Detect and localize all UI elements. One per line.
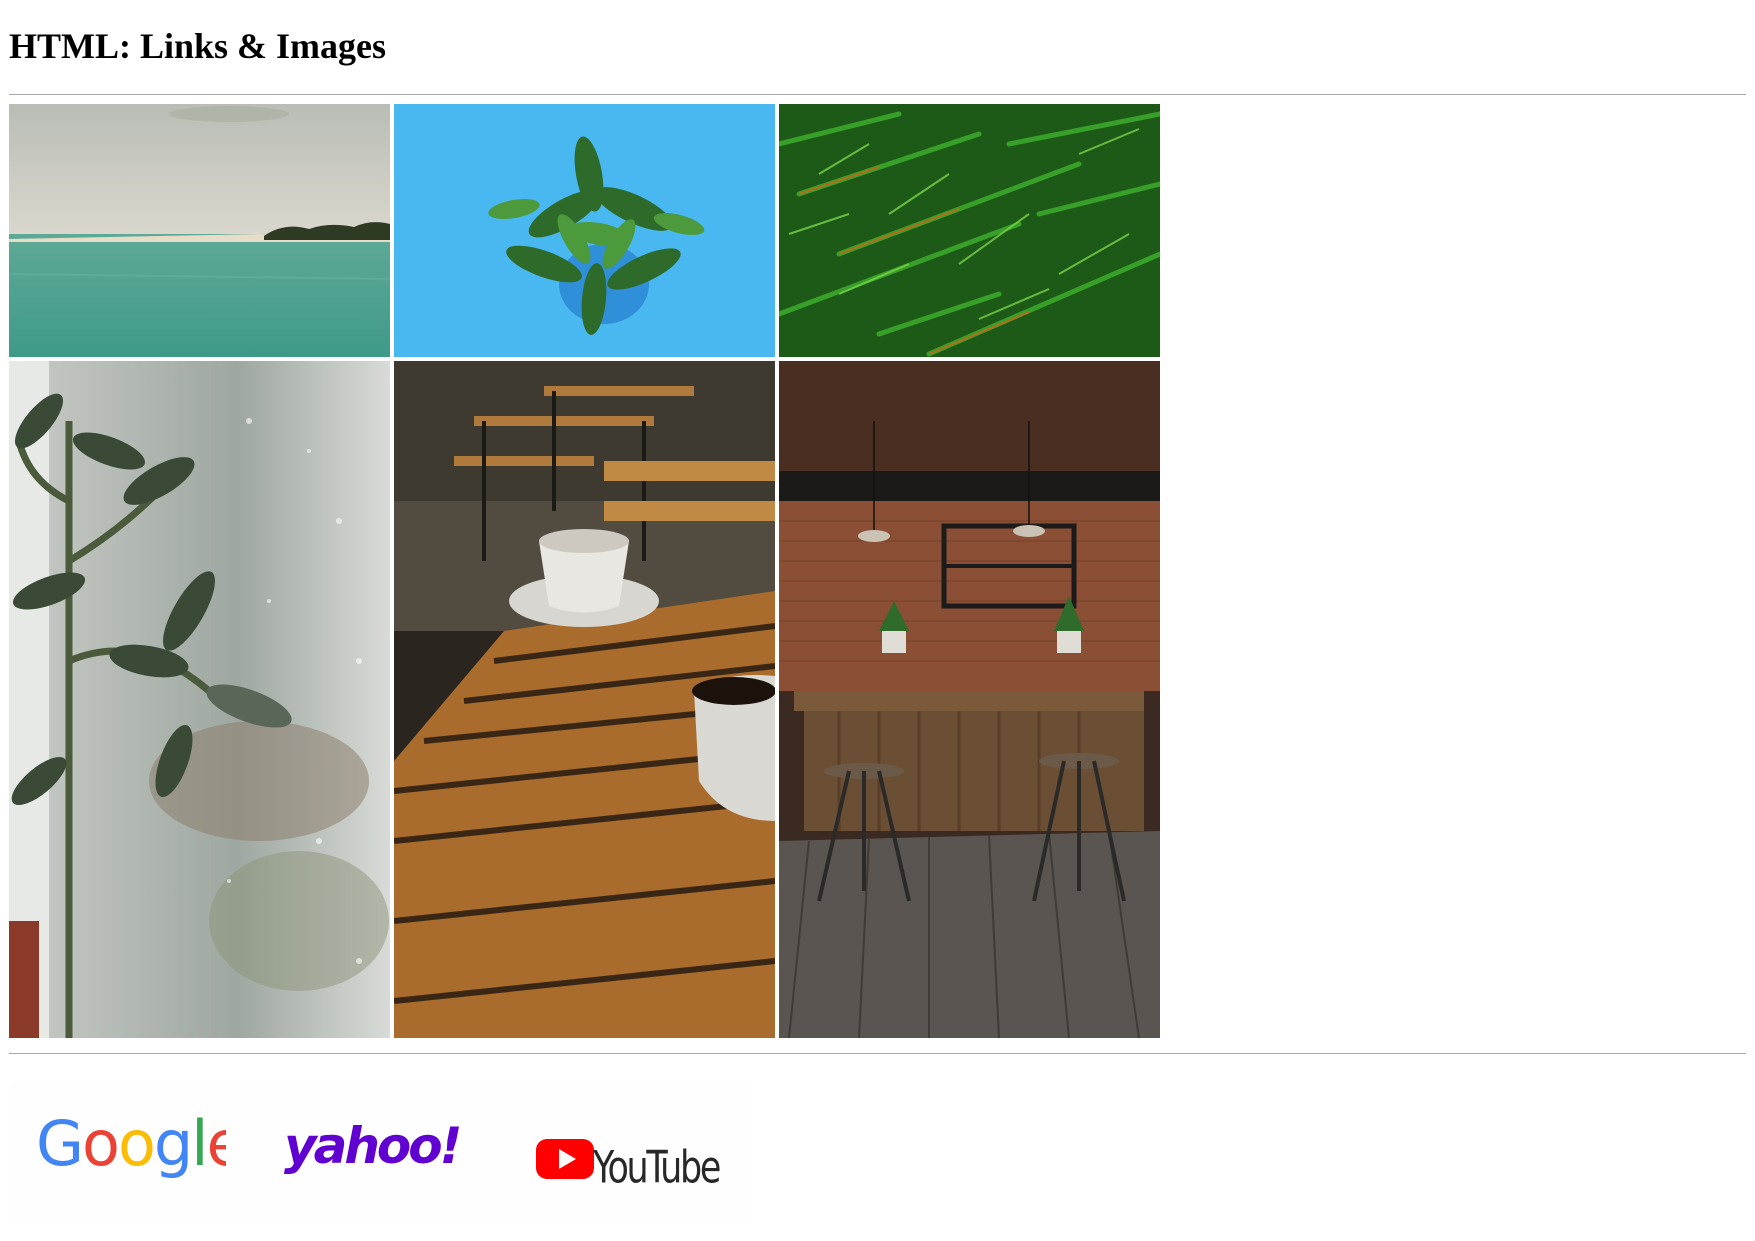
- google-letter-2: o: [82, 1109, 118, 1179]
- yahoo-logo: yahoo!: [284, 1117, 463, 1175]
- cafe-interior-photo: [779, 361, 1160, 1038]
- top-divider: [9, 94, 1746, 95]
- google-letter-1: G: [36, 1109, 82, 1179]
- yahoo-logo-text: yahoo!: [284, 1117, 460, 1175]
- google-link[interactable]: Google: [36, 1107, 245, 1180]
- coffee-table-photo: [394, 361, 775, 1038]
- google-letter-4: g: [154, 1109, 191, 1179]
- sea-coast-photo: [9, 104, 390, 357]
- page-title: HTML: Links & Images: [9, 26, 387, 66]
- google-letter-5: l: [191, 1109, 206, 1179]
- google-logo-text: Google: [36, 1109, 226, 1179]
- pine-branches-photo: [779, 104, 1160, 357]
- bottom-divider: [9, 1053, 1746, 1054]
- plant-by-window-photo: [9, 361, 390, 1038]
- image-gallery: [9, 104, 1163, 1041]
- links-row: Google yahoo! YouTube: [9, 1083, 746, 1223]
- play-icon: [536, 1139, 594, 1179]
- youtube-link[interactable]: YouTube: [536, 1133, 726, 1194]
- potted-plant-photo: [394, 104, 775, 357]
- youtube-logo-text: YouTube: [592, 1142, 720, 1185]
- youtube-logo: YouTube: [536, 1139, 722, 1194]
- yahoo-link[interactable]: yahoo!: [284, 1115, 484, 1175]
- google-logo: Google: [36, 1107, 245, 1180]
- google-letter-3: o: [118, 1109, 154, 1179]
- google-letter-6: e: [207, 1109, 226, 1179]
